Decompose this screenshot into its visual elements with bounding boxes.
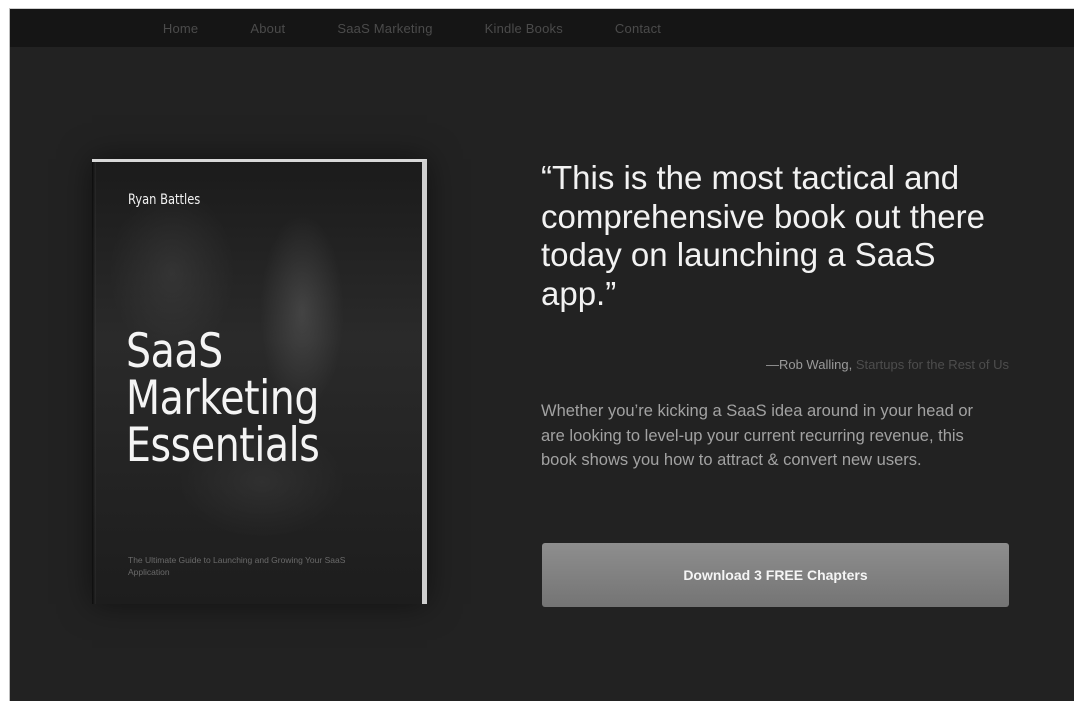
nav-kindle-books-link[interactable]: Kindle Books: [485, 21, 563, 36]
testimonial-quote: “This is the most tactical and comprehen…: [541, 159, 985, 312]
testimonial-author: —Rob Walling,: [765, 357, 853, 372]
book-title: SaaS Marketing Essentials: [126, 328, 378, 469]
book-author: Ryan Battles: [128, 192, 201, 208]
nav-saas-marketing-link[interactable]: SaaS Marketing: [337, 21, 432, 36]
book-subtitle: The Ultimate Guide to Launching and Grow…: [128, 555, 346, 577]
top-nav: Home About SaaS Marketing Kindle Books C…: [10, 9, 1074, 47]
testimonial-source-link[interactable]: Startups for the Rest of Us: [856, 357, 1009, 372]
nav-contact-link[interactable]: Contact: [615, 21, 661, 36]
book-title-line: Marketing: [126, 371, 319, 426]
book-cover-image: Ryan Battles SaaS Marketing Essentials T…: [92, 159, 427, 604]
page-frame: Home About SaaS Marketing Kindle Books C…: [9, 8, 1074, 701]
book-description: Whether you’re kicking a SaaS idea aroun…: [541, 402, 974, 469]
book-title-line: Essentials: [126, 418, 320, 473]
download-chapters-button[interactable]: Download 3 FREE Chapters: [542, 543, 1009, 607]
testimonial-attribution: —Rob Walling, Startups for the Rest of U…: [541, 357, 1009, 372]
nav-home-link[interactable]: Home: [163, 21, 198, 36]
book-title-line: SaaS: [126, 324, 223, 379]
book-spine: [92, 162, 96, 604]
nav-about-link[interactable]: About: [250, 21, 285, 36]
